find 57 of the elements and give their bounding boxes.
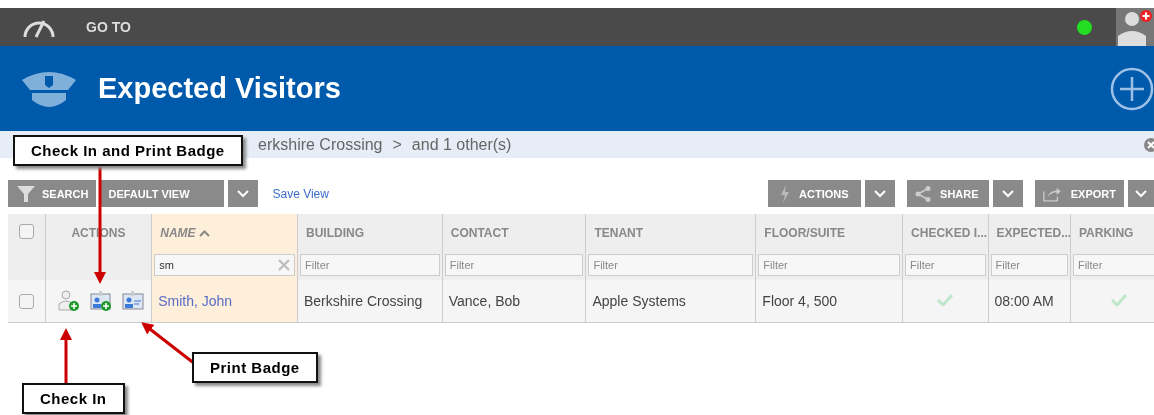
caret-icon (1135, 189, 1147, 198)
caret-icon (237, 189, 250, 198)
filter-field[interactable]: Filter (1072, 254, 1154, 276)
sort-ascending-icon (198, 230, 210, 237)
filter-field[interactable]: Filter (444, 254, 584, 276)
goto-menu[interactable]: GO TO (86, 19, 131, 35)
caret-icon (1002, 189, 1014, 198)
filter-field[interactable]: Filter (905, 254, 986, 276)
breadcrumb-separator: > (392, 135, 402, 154)
actions-button[interactable]: ACTIONS (768, 180, 861, 207)
filter-icon (16, 184, 36, 203)
table-cell: Floor 4, 500 (762, 293, 838, 309)
filter-field[interactable]: sm (154, 254, 295, 276)
table-cell: 08:00 AM (994, 293, 1054, 309)
lightning-icon (780, 184, 790, 203)
table-cell: Berkshire Crossing (304, 293, 423, 309)
export-dropdown-button[interactable] (1128, 180, 1154, 207)
filter-field[interactable]: Filter (990, 254, 1068, 276)
export-button[interactable]: EXPORT (1035, 180, 1124, 207)
clear-icon[interactable] (278, 259, 290, 271)
status-dot (1077, 19, 1092, 35)
check-in-icon[interactable] (57, 290, 80, 312)
column-header[interactable]: BUILDING (306, 226, 364, 240)
filter-field[interactable]: Filter (300, 254, 440, 276)
badge-icon[interactable] (121, 290, 144, 312)
column-header[interactable]: TENANT (594, 226, 644, 240)
row-checkbox[interactable] (18, 293, 34, 309)
save-view-link[interactable]: Save View (272, 186, 329, 201)
caret-icon (874, 189, 886, 198)
column-header[interactable]: CONTACT (450, 226, 509, 240)
avatar-icon[interactable] (1116, 8, 1154, 46)
share-dropdown-button[interactable] (993, 180, 1023, 207)
filter-field[interactable]: Filter (758, 254, 901, 276)
share-button[interactable]: SHARE (907, 180, 989, 207)
actions-dropdown-button[interactable] (865, 180, 895, 207)
add-icon[interactable] (1110, 66, 1154, 111)
select-all-checkbox[interactable] (18, 224, 34, 239)
search-button[interactable]: SEARCH (8, 180, 97, 207)
arrow (60, 328, 72, 384)
page-title: Expected Visitors (98, 72, 341, 105)
badge-add-icon[interactable] (89, 290, 112, 312)
breadcrumb-item[interactable]: and 1 other(s) (411, 135, 512, 154)
checkmark-icon (937, 294, 954, 306)
checkmark-icon (1111, 294, 1128, 306)
callout-label: Check In (22, 383, 125, 414)
callout-label: Check In and Print Badge (13, 135, 243, 166)
share-icon (915, 185, 931, 202)
callout-label: Print Badge (192, 352, 318, 383)
table-cell: Apple Systems (592, 293, 686, 309)
visitor-name-link[interactable]: Smith, John (158, 293, 233, 309)
view-dropdown-button[interactable] (228, 180, 259, 207)
view-dropdown[interactable]: DEFAULT VIEW (100, 180, 225, 207)
table-cell: Vance, Bob (448, 293, 521, 309)
breadcrumb-item[interactable]: erkshire Crossing (258, 135, 383, 154)
filter-field[interactable]: Filter (588, 254, 754, 276)
close-icon[interactable] (1144, 137, 1154, 152)
column-header[interactable]: NAME (160, 226, 196, 240)
